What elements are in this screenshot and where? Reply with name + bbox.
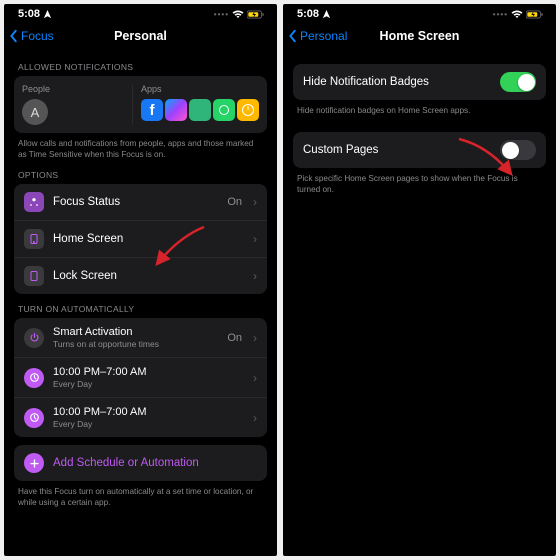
row-value: On: [227, 332, 242, 344]
allowed-apps[interactable]: Apps f: [141, 84, 259, 125]
chevron-right-icon: ›: [253, 411, 257, 425]
clock-icon: [237, 99, 259, 121]
wifi-icon: [511, 10, 523, 19]
chevron-right-icon: ›: [253, 371, 257, 385]
left-phone: 5:08 •••• Focus Personal ALLOWED NOTIFIC…: [4, 4, 277, 556]
row-label: Home Screen: [53, 233, 242, 245]
people-label: People: [22, 84, 124, 94]
row-main: 10:00 PM–7:00 AM: [53, 366, 242, 378]
auto-header: TURN ON AUTOMATICALLY: [18, 304, 263, 314]
app-icons: f: [141, 99, 259, 121]
status-icons: ••••: [214, 10, 265, 19]
clock-icon: [24, 408, 44, 428]
chevron-right-icon: ›: [253, 269, 257, 283]
battery-icon: [247, 10, 265, 19]
status-bar: 5:08 ••••: [4, 4, 277, 22]
row-sub: Every Day: [53, 419, 242, 429]
schedule-row-1[interactable]: 10:00 PM–7:00 AM Every Day ›: [14, 357, 267, 397]
nav-bar: Focus Personal: [4, 22, 277, 52]
allowed-header: ALLOWED NOTIFICATIONS: [18, 62, 263, 72]
nav-bar: Personal Home Screen: [283, 22, 556, 52]
focus-status-row[interactable]: Focus Status On ›: [14, 184, 267, 220]
home-screen-row[interactable]: Home Screen ›: [14, 220, 267, 257]
badges-card: Hide Notification Badges: [293, 64, 546, 100]
avatar: A: [22, 99, 48, 125]
clock-icon: [24, 368, 44, 388]
row-label: Hide Notification Badges: [303, 76, 491, 88]
findmy-icon: [189, 99, 211, 121]
power-icon: [24, 328, 44, 348]
status-bar: 5:08 ••••: [283, 4, 556, 22]
options-card: Focus Status On › Home Screen › Lock Scr…: [14, 184, 267, 294]
row-value: On: [227, 196, 242, 208]
auto-footer: Have this Focus turn on automatically at…: [18, 486, 263, 508]
row-label: Custom Pages: [303, 144, 491, 156]
facebook-icon: f: [141, 99, 163, 121]
content: ALLOWED NOTIFICATIONS People A Apps f: [4, 52, 277, 556]
custom-pages-toggle[interactable]: [500, 140, 536, 160]
custom-footer: Pick specific Home Screen pages to show …: [297, 173, 542, 195]
content: Hide Notification Badges Hide notificati…: [283, 52, 556, 556]
back-button[interactable]: Focus: [8, 29, 54, 43]
row-sub: Every Day: [53, 379, 242, 389]
badges-footer: Hide notification badges on Home Screen …: [297, 105, 542, 116]
home-screen-icon: [24, 229, 44, 249]
custom-pages-row[interactable]: Custom Pages: [293, 132, 546, 168]
status-icons: ••••: [493, 10, 544, 19]
focus-status-icon: [24, 192, 44, 212]
chevron-left-icon: [8, 29, 20, 43]
smart-activation-row[interactable]: Smart Activation Turns on at opportune t…: [14, 318, 267, 357]
allowed-footer: Allow calls and notifications from peopl…: [18, 138, 263, 160]
back-label: Focus: [21, 29, 54, 43]
row-main: Smart Activation: [53, 326, 218, 338]
allowed-card: People A Apps f: [14, 76, 267, 133]
status-time: 5:08: [18, 8, 52, 20]
lock-screen-row[interactable]: Lock Screen ›: [14, 257, 267, 294]
add-schedule-card: Add Schedule or Automation: [14, 445, 267, 481]
apps-label: Apps: [141, 84, 259, 94]
allowed-people[interactable]: People A: [22, 84, 133, 125]
auto-card: Smart Activation Turns on at opportune t…: [14, 318, 267, 437]
add-label: Add Schedule or Automation: [53, 457, 199, 469]
chevron-right-icon: ›: [253, 331, 257, 345]
back-label: Personal: [300, 29, 347, 43]
custom-pages-card: Custom Pages: [293, 132, 546, 168]
chevron-right-icon: ›: [253, 195, 257, 209]
row-main: 10:00 PM–7:00 AM: [53, 406, 242, 418]
status-time: 5:08: [297, 8, 331, 20]
options-header: OPTIONS: [18, 170, 263, 180]
row-label: Lock Screen: [53, 270, 242, 282]
plus-icon: [24, 453, 44, 473]
back-button[interactable]: Personal: [287, 29, 347, 43]
whatsapp-icon: [213, 99, 235, 121]
hide-badges-row[interactable]: Hide Notification Badges: [293, 64, 546, 100]
add-schedule-row[interactable]: Add Schedule or Automation: [14, 445, 267, 481]
location-icon: [43, 10, 52, 19]
battery-icon: [526, 10, 544, 19]
hide-badges-toggle[interactable]: [500, 72, 536, 92]
schedule-row-2[interactable]: 10:00 PM–7:00 AM Every Day ›: [14, 397, 267, 437]
row-label: Focus Status: [53, 196, 218, 208]
lock-screen-icon: [24, 266, 44, 286]
location-icon: [322, 10, 331, 19]
messenger-icon: [165, 99, 187, 121]
chevron-left-icon: [287, 29, 299, 43]
chevron-right-icon: ›: [253, 232, 257, 246]
right-phone: 5:08 •••• Personal Home Screen Hide Noti…: [283, 4, 556, 556]
wifi-icon: [232, 10, 244, 19]
row-sub: Turns on at opportune times: [53, 339, 218, 349]
